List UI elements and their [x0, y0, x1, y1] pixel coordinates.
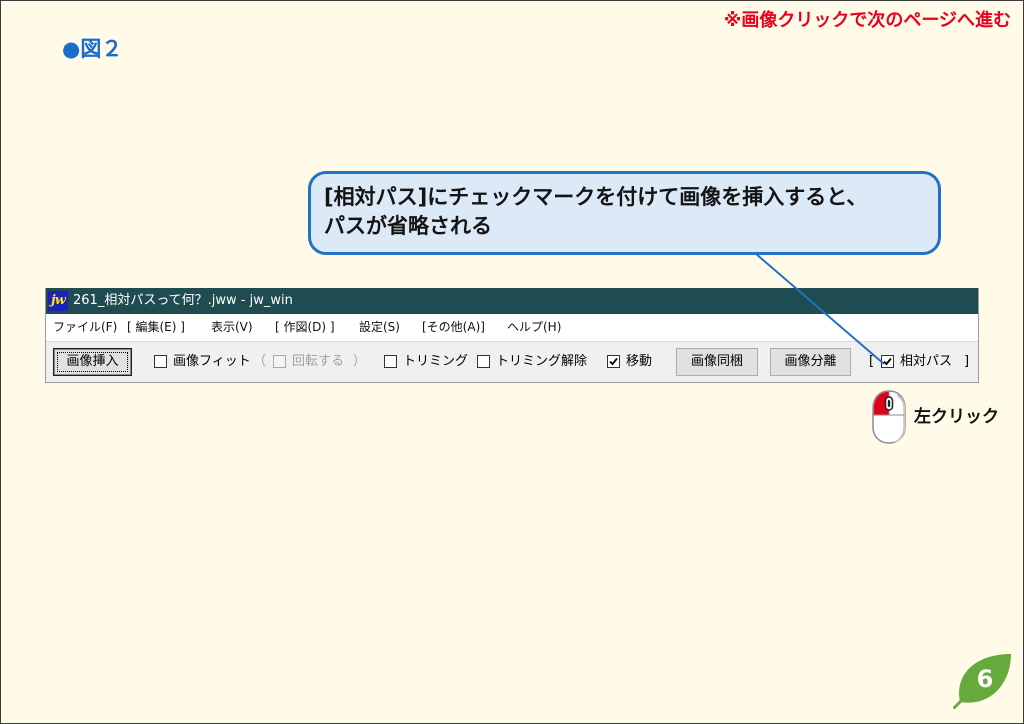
callout-bubble: [相対パス]にチェックマークを付けて画像を挿入すると、 パスが省略される: [308, 171, 941, 255]
page-number-badge: 6: [953, 651, 1013, 709]
rotate-group-open-paren: （: [253, 354, 267, 369]
insert-image-button[interactable]: 画像挿入: [53, 348, 132, 376]
menu-bar: ファイル(F) [ 編集(E) ] 表示(V) [ 作図(D) ] 設定(S) …: [46, 314, 978, 341]
fit-checkbox-label[interactable]: 画像フィット: [173, 342, 251, 381]
menu-settings[interactable]: 設定(S): [359, 314, 400, 341]
checkmark-icon: [883, 357, 892, 366]
relative-path-checkbox-label[interactable]: 相対パス: [900, 342, 952, 381]
menu-edit[interactable]: [ 編集(E) ]: [127, 314, 185, 341]
window-title: 261_相対パスって何？.jww - jw_win: [73, 293, 293, 308]
trim-checkbox-label[interactable]: トリミング: [403, 342, 468, 381]
rotate-group-close-paren: ）: [353, 354, 367, 369]
separate-image-button[interactable]: 画像分離: [770, 348, 851, 376]
tutorial-slide[interactable]: ※画像クリックで次のページへ進む ●図２ [相対パス]にチェックマークを付けて画…: [0, 0, 1024, 724]
trim-release-checkbox[interactable]: トリミング解除: [477, 342, 587, 381]
trim-release-checkbox-box[interactable]: [477, 355, 490, 368]
bundle-image-button[interactable]: 画像同梱: [676, 348, 758, 376]
move-checkbox-box[interactable]: [607, 355, 620, 368]
move-checkbox[interactable]: 移動: [607, 342, 652, 381]
title-bar: jw 261_相対パスって何？.jww - jw_win: [46, 288, 978, 314]
fit-checkbox-box[interactable]: [154, 355, 167, 368]
rotate-checkbox: 回転する: [273, 342, 344, 381]
jw-app-icon[interactable]: jw: [48, 291, 68, 311]
checkmark-icon: [609, 357, 618, 366]
page-number: 6: [976, 665, 994, 693]
trim-release-checkbox-label[interactable]: トリミング解除: [496, 342, 587, 381]
fit-checkbox[interactable]: 画像フィット: [154, 342, 251, 381]
callout-line-2: パスが省略される: [324, 214, 492, 238]
trim-checkbox-box[interactable]: [384, 355, 397, 368]
relative-path-checkbox[interactable]: 相対パス: [881, 342, 952, 381]
menu-help[interactable]: ヘルプ(H): [507, 314, 561, 341]
left-click-label: 左クリック: [914, 407, 999, 427]
relative-group-close-bracket: ]: [964, 354, 970, 369]
insert-image-button-label: 画像挿入: [66, 354, 119, 369]
menu-other[interactable]: [その他(A)]: [422, 314, 485, 341]
image-toolbar: 画像挿入 画像フィット （ 回転する ） トリミング トリミング解除 移動 画像…: [46, 341, 978, 382]
mouse-left-click-icon: [872, 390, 906, 444]
rotate-checkbox-box: [273, 355, 286, 368]
menu-view[interactable]: 表示(V): [211, 314, 253, 341]
relative-path-checkbox-box[interactable]: [881, 355, 894, 368]
menu-file[interactable]: ファイル(F): [53, 314, 117, 341]
menu-draw[interactable]: [ 作図(D) ]: [275, 314, 335, 341]
jw-win-window: jw 261_相対パスって何？.jww - jw_win ファイル(F) [ 編…: [45, 288, 979, 383]
callout-line-1: [相対パス]にチェックマークを付けて画像を挿入すると、: [324, 185, 868, 209]
relative-group-open-bracket: [: [869, 354, 875, 369]
rotate-checkbox-label: 回転する: [292, 354, 345, 369]
move-checkbox-label[interactable]: 移動: [626, 342, 652, 381]
trim-checkbox[interactable]: トリミング: [384, 342, 468, 381]
separate-image-button-label: 画像分離: [784, 354, 837, 369]
next-page-hint: ※画像クリックで次のページへ進む: [723, 10, 1011, 31]
bundle-image-button-label: 画像同梱: [690, 354, 743, 369]
figure-label: ●図２: [62, 37, 123, 61]
